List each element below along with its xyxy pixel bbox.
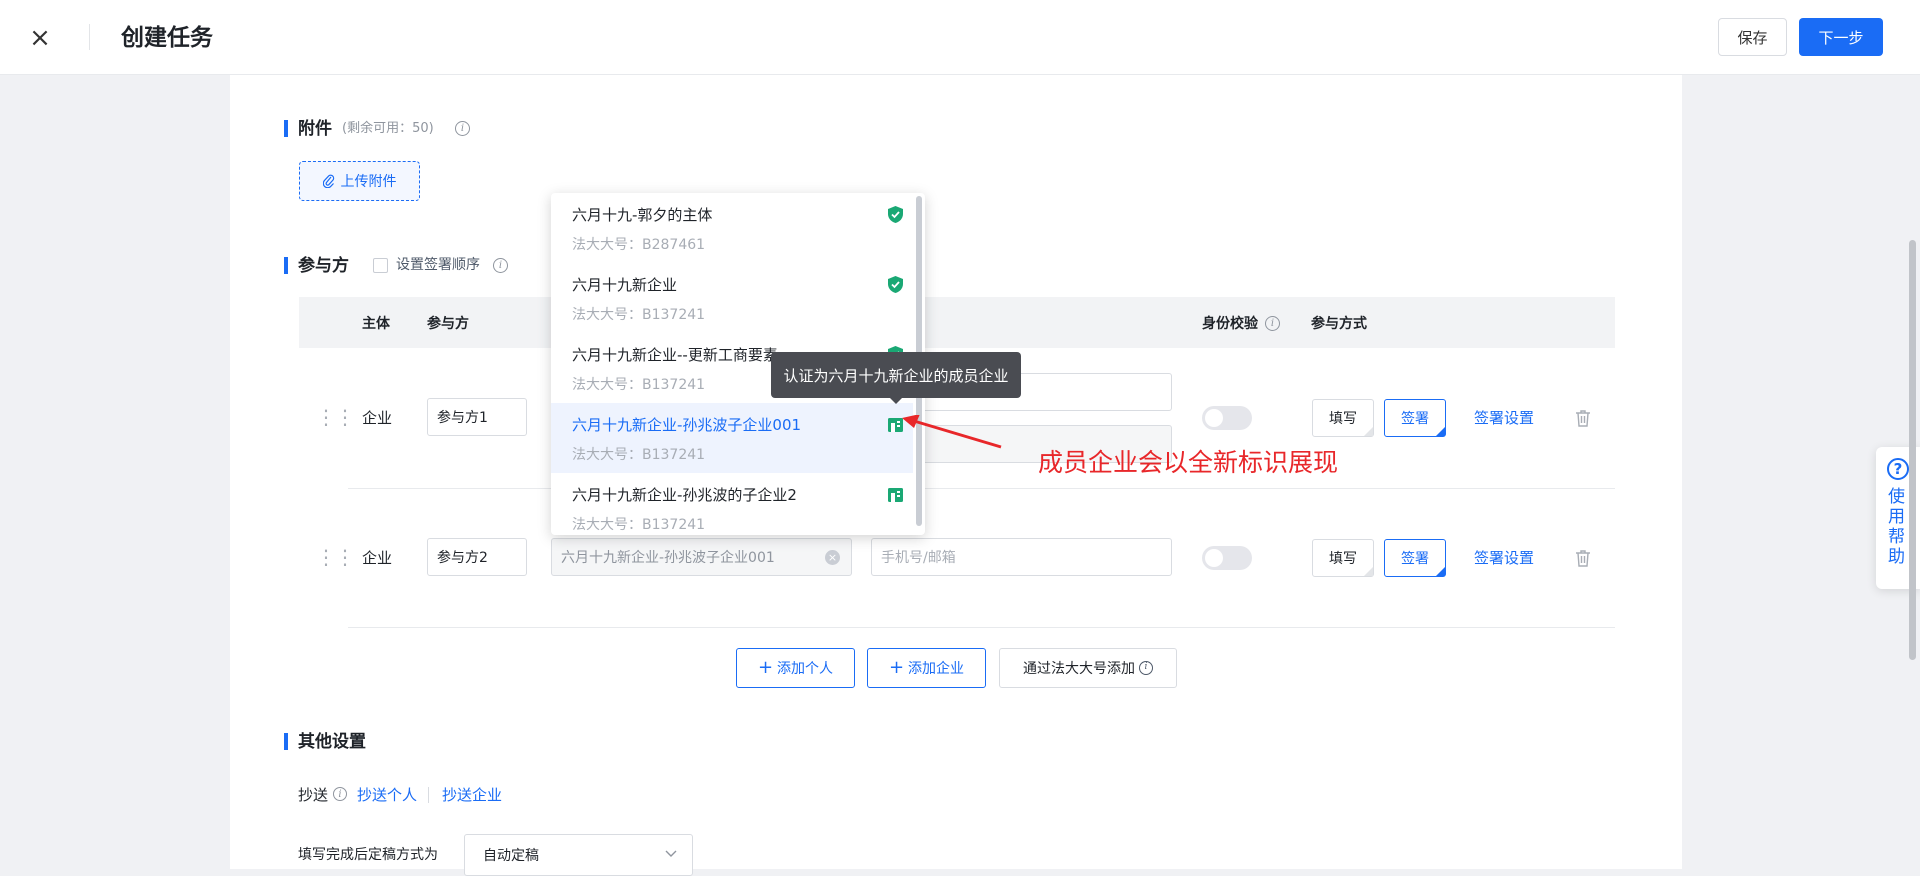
chevron-down-icon (665, 850, 677, 857)
identity-check-toggle[interactable] (1202, 546, 1252, 570)
info-icon: i (1139, 661, 1153, 675)
header-divider (89, 24, 90, 50)
section-marker (284, 733, 288, 750)
table-header (299, 297, 1615, 348)
party-name-input[interactable]: 参与方1 (427, 398, 527, 436)
company-select-value: 六月十九新企业-孙兆波子企业001 (561, 550, 775, 566)
option-number: 法大大号：B137241 (572, 377, 706, 393)
info-icon[interactable]: i (455, 121, 470, 136)
help-question-icon: ? (1887, 458, 1909, 480)
fill-corner-mark (1364, 567, 1373, 576)
dropdown-option[interactable]: 六月十九新企业 法大大号：B137241 (551, 263, 913, 333)
option-name: 六月十九新企业-孙兆波子企业001 (572, 416, 802, 434)
dropdown-option[interactable]: 六月十九新企业-孙兆波的子企业2 法大大号：B137241 (551, 473, 913, 535)
help-label: 使用帮助 (1888, 487, 1905, 567)
top-header: × 创建任务 保存 下一步 (0, 0, 1920, 75)
drag-handle-icon[interactable]: ⋮⋮ (316, 547, 355, 567)
sign-settings-link[interactable]: 签署设置 (1474, 548, 1534, 568)
finalize-select[interactable]: 自动定稿 (464, 834, 693, 876)
add-by-number-label: 通过法大大号添加 (1023, 661, 1135, 677)
member-enterprise-icon (888, 488, 903, 502)
attachments-remaining: (剩余可用：50) (342, 121, 434, 136)
link-divider (428, 787, 429, 803)
verified-shield-icon (888, 206, 903, 223)
add-person-button[interactable]: + 添加个人 (736, 648, 855, 688)
add-company-label: 添加企业 (908, 661, 965, 677)
section-marker (284, 257, 288, 274)
row-divider (348, 488, 1615, 489)
identity-check-toggle[interactable] (1202, 406, 1252, 430)
option-number: 法大大号：B287461 (572, 237, 706, 253)
row-divider (348, 627, 1615, 628)
dropdown-option-highlighted[interactable]: 六月十九新企业-孙兆波子企业001 法大大号：B137241 (551, 403, 913, 473)
member-tooltip: 认证为六月十九新企业的成员企业 (771, 352, 1021, 398)
drag-handle-icon[interactable]: ⋮⋮ (316, 407, 355, 427)
next-step-button[interactable]: 下一步 (1799, 18, 1883, 56)
sign-corner-mark (1436, 567, 1445, 576)
cc-person-link[interactable]: 抄送个人 (357, 785, 417, 805)
trash-icon[interactable] (1575, 409, 1591, 427)
tooltip-arrow (889, 397, 903, 404)
col-subject: 主体 (362, 316, 390, 332)
info-icon[interactable]: i (493, 258, 508, 273)
paperclip-icon (322, 174, 334, 188)
sign-corner-mark (1436, 427, 1445, 436)
finalize-value: 自动定稿 (483, 848, 539, 864)
cc-label: 抄送 (298, 786, 329, 804)
page-scrollbar[interactable] (1909, 240, 1916, 660)
section-marker (284, 120, 288, 137)
trash-icon[interactable] (1575, 549, 1591, 567)
col-party: 参与方 (427, 316, 469, 332)
upload-label: 上传附件 (340, 174, 397, 190)
option-name: 六月十九新企业--更新工商要素 (572, 346, 778, 364)
fill-corner-mark (1364, 427, 1373, 436)
option-name: 六月十九-郭夕的主体 (572, 206, 713, 224)
option-name: 六月十九新企业 (572, 276, 678, 294)
party-name-input[interactable]: 参与方2 (427, 538, 527, 576)
contact-input[interactable]: 手机号/邮箱 (871, 538, 1172, 576)
option-name: 六月十九新企业-孙兆波的子企业2 (572, 486, 797, 504)
dropdown-option[interactable]: 六月十九-郭夕的主体 法大大号：B287461 (551, 193, 913, 263)
cc-company-link[interactable]: 抄送企业 (442, 785, 502, 805)
add-person-label: 添加个人 (777, 661, 834, 677)
option-number: 法大大号：B137241 (572, 517, 706, 533)
participants-title: 参与方 (298, 256, 349, 276)
finalize-label: 填写完成后定稿方式为 (298, 847, 438, 863)
attachments-title: 附件 (298, 119, 332, 139)
row-subject: 企业 (362, 549, 393, 567)
sign-settings-link[interactable]: 签署设置 (1474, 408, 1534, 428)
sign-order-checkbox[interactable] (373, 258, 388, 273)
other-settings-title: 其他设置 (298, 732, 366, 752)
info-icon[interactable]: i (333, 787, 347, 801)
page-title: 创建任务 (121, 25, 213, 51)
sign-order-label: 设置签署顺序 (396, 257, 480, 273)
annotation-arrow (902, 415, 1002, 449)
save-button[interactable]: 保存 (1718, 18, 1787, 56)
contact-placeholder: 手机号/邮箱 (881, 550, 956, 566)
col-identity-check: 身份校验 (1202, 316, 1258, 332)
main-panel (230, 75, 1682, 869)
company-select-input[interactable]: 六月十九新企业-孙兆波子企业001 × (551, 538, 852, 576)
info-icon[interactable]: i (1265, 316, 1280, 331)
verified-shield-icon (888, 276, 903, 293)
option-number: 法大大号：B137241 (572, 307, 706, 323)
option-number: 法大大号：B137241 (572, 447, 706, 463)
plus-icon: + (757, 657, 774, 678)
add-by-number-button[interactable]: 通过法大大号添加 i (999, 648, 1177, 688)
annotation-callout: 成员企业会以全新标识展现 (1038, 448, 1339, 477)
plus-icon: + (888, 657, 905, 678)
clear-icon[interactable]: × (825, 550, 840, 565)
col-method: 参与方式 (1311, 316, 1367, 332)
row-subject: 企业 (362, 409, 393, 427)
upload-attachment-button[interactable]: 上传附件 (299, 161, 420, 201)
close-icon[interactable]: × (24, 22, 56, 54)
add-company-button[interactable]: + 添加企业 (867, 648, 986, 688)
